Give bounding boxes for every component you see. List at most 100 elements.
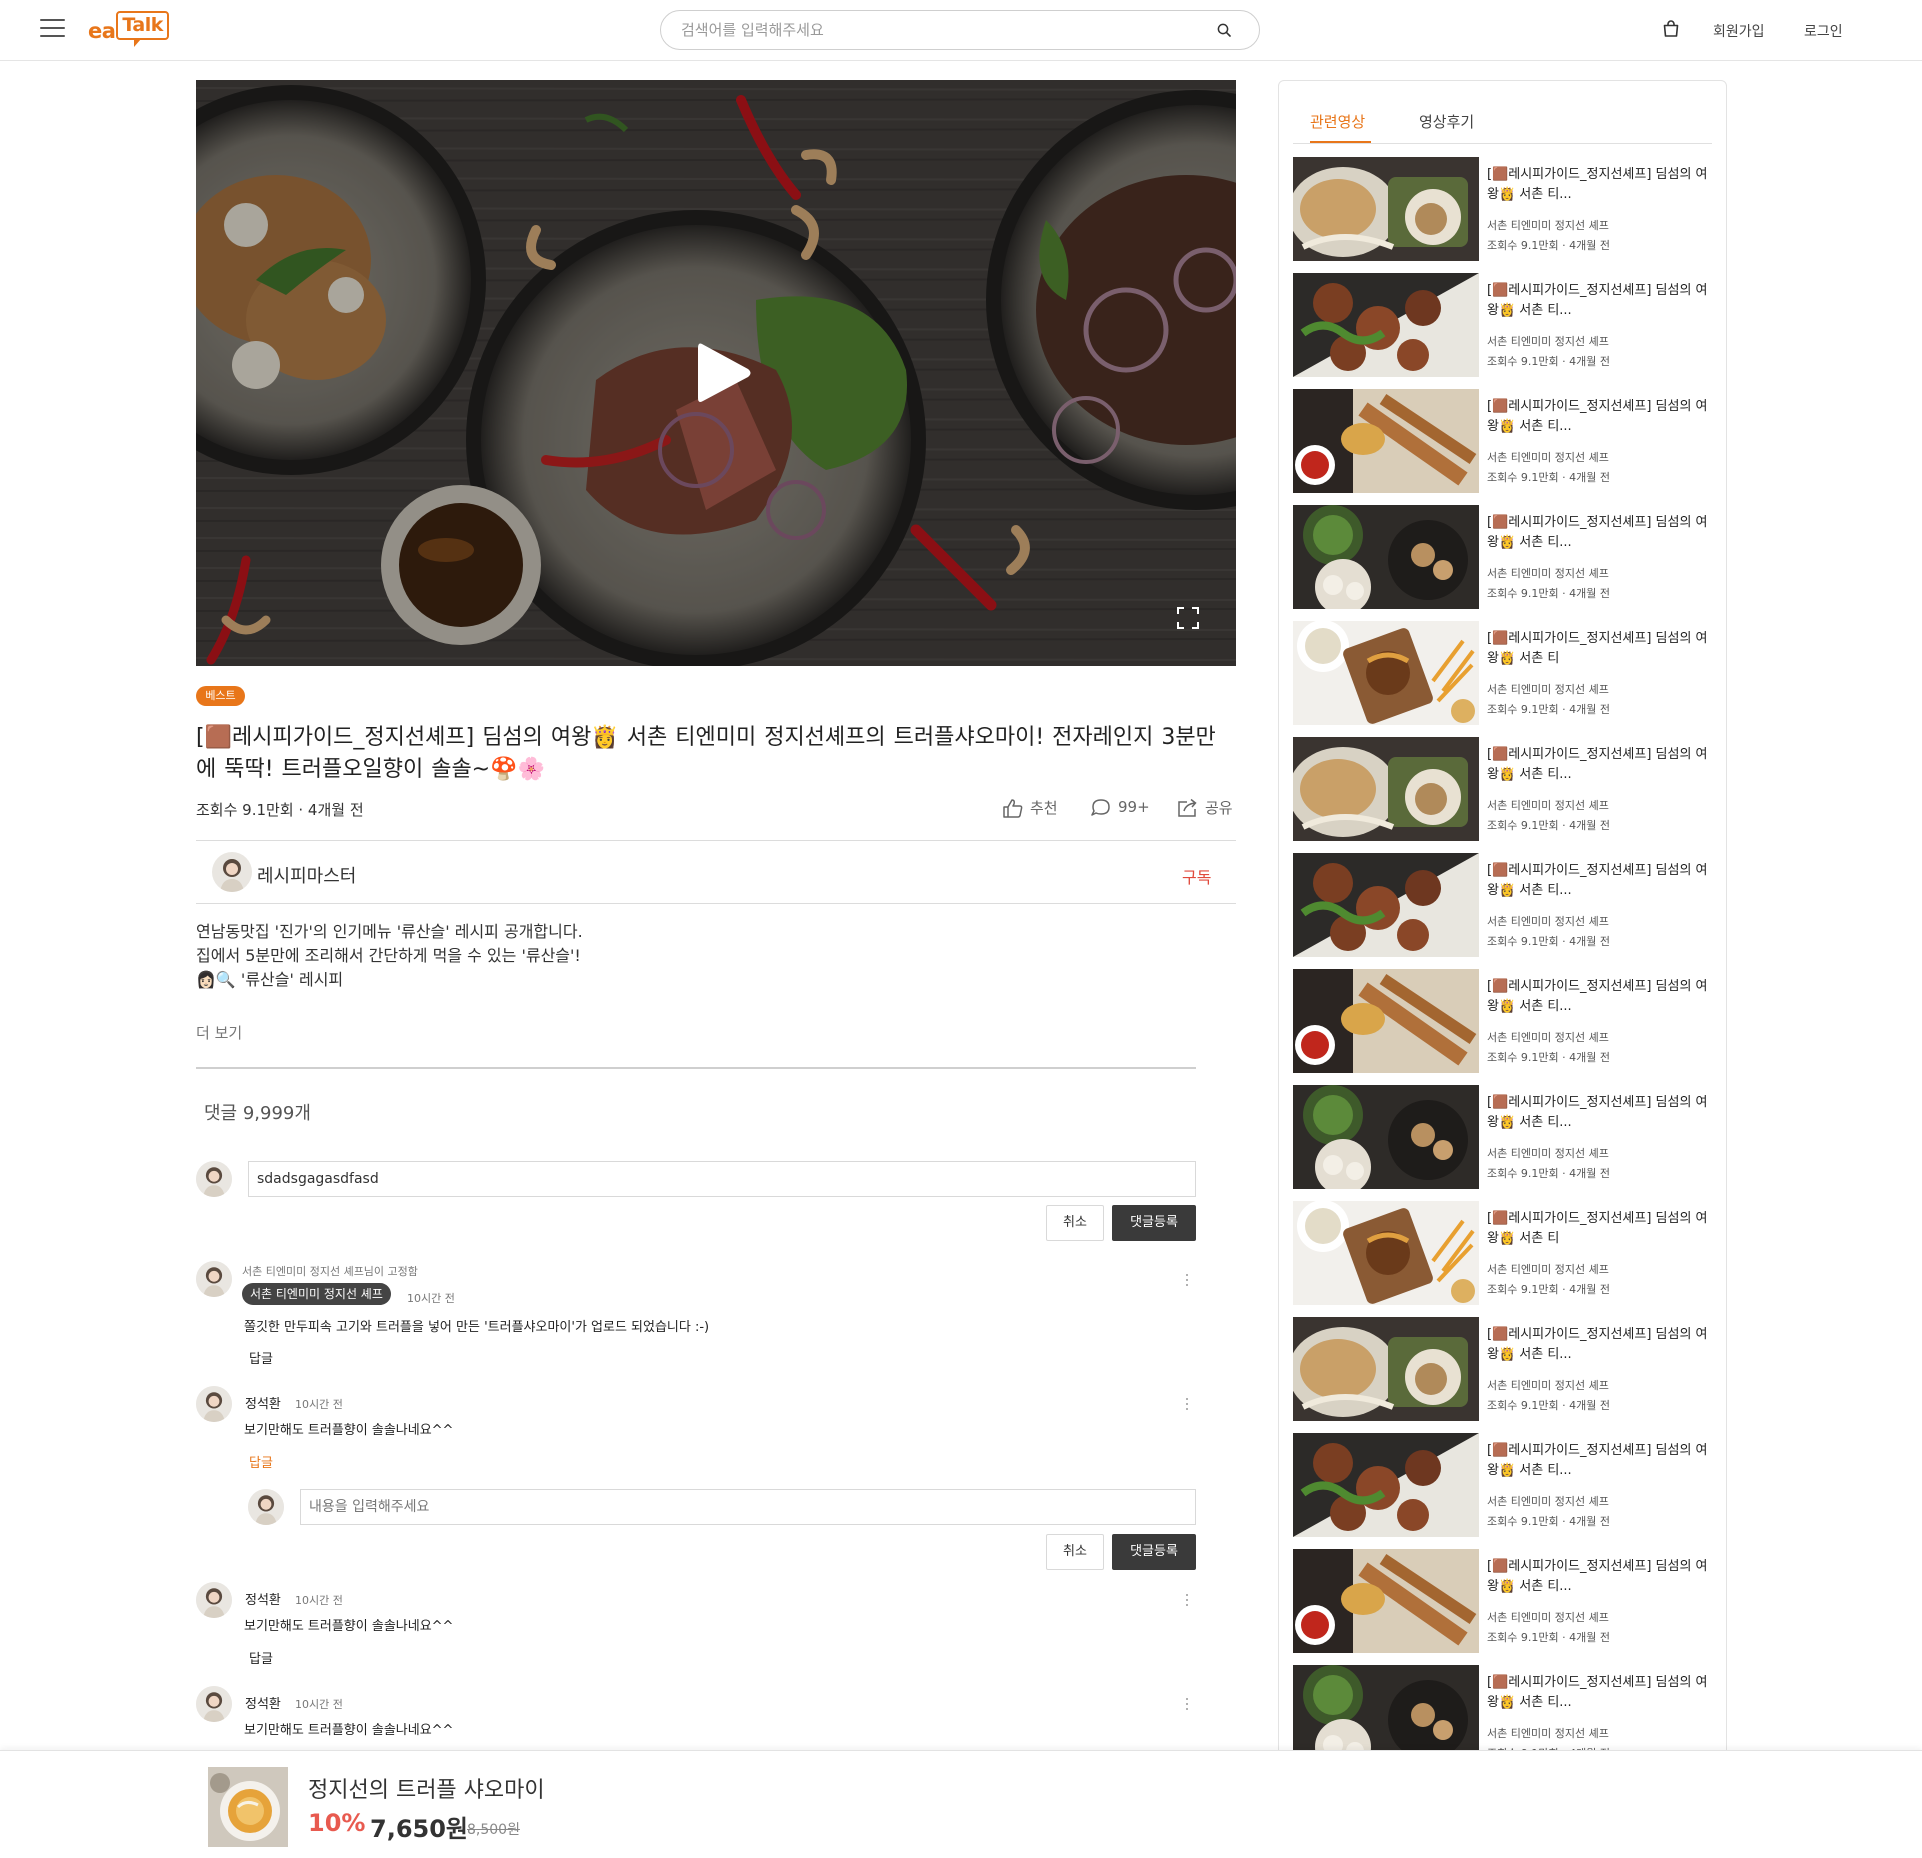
comment-input[interactable]: [248, 1161, 1196, 1197]
related-video-item[interactable]: [🟫레시피가이드_정지선셰프] 딤섬의 여왕👸 서촌 티 서촌 티엔미미 정지선 …: [1293, 1201, 1713, 1305]
video-thumbnail[interactable]: [1293, 737, 1479, 841]
comment-author[interactable]: 정석환: [245, 1589, 281, 1608]
related-video-meta: 조회수 9.1만회 · 4개월 전: [1487, 1167, 1610, 1180]
related-video-title[interactable]: [🟫레시피가이드_정지선셰프] 딤섬의 여왕👸 서촌 티...: [1487, 281, 1713, 321]
search-input[interactable]: [681, 19, 1201, 41]
video-thumbnail[interactable]: [1293, 389, 1479, 493]
related-video-title[interactable]: [🟫레시피가이드_정지선셰프] 딤섬의 여왕👸 서촌 티...: [1487, 977, 1713, 1017]
comment-author-chip[interactable]: 서촌 티엔미미 정지선 셰프: [242, 1283, 391, 1305]
reply-button[interactable]: 답글: [249, 1348, 273, 1367]
related-video-title[interactable]: [🟫레시피가이드_정지선셰프] 딤섬의 여왕👸 서촌 티...: [1487, 397, 1713, 437]
video-thumbnail[interactable]: [1293, 969, 1479, 1073]
related-video-item[interactable]: [🟫레시피가이드_정지선셰프] 딤섬의 여왕👸 서촌 티... 서촌 티엔미미 정…: [1293, 969, 1713, 1073]
divider: [196, 840, 1236, 841]
channel-avatar[interactable]: [212, 852, 252, 892]
related-video-item[interactable]: [🟫레시피가이드_정지선셰프] 딤섬의 여왕👸 서촌 티... 서촌 티엔미미 정…: [1293, 157, 1713, 261]
related-video-channel: 서촌 티엔미미 정지선 셰프: [1487, 451, 1609, 464]
avatar-image: [212, 852, 252, 892]
cancel-button[interactable]: 취소: [1046, 1534, 1104, 1570]
related-video-channel: 서촌 티엔미미 정지선 셰프: [1487, 799, 1609, 812]
tab-related-videos[interactable]: 관련영상: [1310, 111, 1365, 132]
play-icon[interactable]: [694, 340, 754, 406]
top-header: eaTalk 회원가입 로그인: [0, 0, 1922, 61]
video-thumbnail[interactable]: [1293, 157, 1479, 261]
related-video-item[interactable]: [🟫레시피가이드_정지선셰프] 딤섬의 여왕👸 서촌 티... 서촌 티엔미미 정…: [1293, 853, 1713, 957]
login-link[interactable]: 로그인: [1804, 21, 1843, 41]
video-thumbnail[interactable]: [1293, 621, 1479, 725]
reply-input[interactable]: [300, 1489, 1196, 1525]
menu-icon[interactable]: [40, 19, 65, 41]
related-video-channel: 서촌 티엔미미 정지선 셰프: [1487, 567, 1609, 580]
video-player[interactable]: [196, 80, 1236, 666]
related-video-title[interactable]: [🟫레시피가이드_정지선셰프] 딤섬의 여왕👸 서촌 티...: [1487, 513, 1713, 553]
thumbnail-image: [1293, 621, 1479, 725]
avatar: [196, 1261, 232, 1297]
signup-link[interactable]: 회원가입: [1713, 21, 1765, 41]
cancel-button[interactable]: 취소: [1046, 1205, 1104, 1241]
video-thumbnail[interactable]: [1293, 1085, 1479, 1189]
related-video-title[interactable]: [🟫레시피가이드_정지선셰프] 딤섬의 여왕👸 서촌 티...: [1487, 745, 1713, 785]
more-options-icon[interactable]: [1185, 1274, 1189, 1288]
product-name[interactable]: 정지선의 트러플 샤오마이: [308, 1772, 545, 1804]
related-video-item[interactable]: [🟫레시피가이드_정지선셰프] 딤섬의 여왕👸 서촌 티... 서촌 티엔미미 정…: [1293, 389, 1713, 493]
submit-reply-button[interactable]: 댓글등록: [1112, 1534, 1196, 1570]
related-video-meta: 조회수 9.1만회 · 4개월 전: [1487, 1051, 1610, 1064]
pinned-note: 서촌 티엔미미 정지선 셰프님이 고정함: [242, 1265, 418, 1278]
related-video-title[interactable]: [🟫레시피가이드_정지선셰프] 딤섬의 여왕👸 서촌 티: [1487, 629, 1713, 669]
related-video-title[interactable]: [🟫레시피가이드_정지선셰프] 딤섬의 여왕👸 서촌 티...: [1487, 1325, 1713, 1365]
related-video-item[interactable]: [🟫레시피가이드_정지선셰프] 딤섬의 여왕👸 서촌 티... 서촌 티엔미미 정…: [1293, 1549, 1713, 1653]
related-video-title[interactable]: [🟫레시피가이드_정지선셰프] 딤섬의 여왕👸 서촌 티...: [1487, 165, 1713, 205]
product-thumbnail[interactable]: [208, 1767, 288, 1847]
comment-author[interactable]: 정석환: [245, 1693, 281, 1712]
product-bar[interactable]: 정지선의 트러플 샤오마이 10% 7,650원 8,500원: [0, 1750, 1922, 1858]
more-options-icon[interactable]: [1185, 1698, 1189, 1712]
tab-video-reviews[interactable]: 영상후기: [1419, 111, 1474, 132]
eatalk-logo[interactable]: ea Talk: [88, 11, 169, 51]
thumbnail-image: [1293, 273, 1479, 377]
related-video-item[interactable]: [🟫레시피가이드_정지선셰프] 딤섬의 여왕👸 서촌 티... 서촌 티엔미미 정…: [1293, 505, 1713, 609]
related-video-title[interactable]: [🟫레시피가이드_정지선셰프] 딤섬의 여왕👸 서촌 티...: [1487, 1441, 1713, 1481]
shopping-bag-icon[interactable]: [1662, 20, 1680, 38]
more-options-icon[interactable]: [1185, 1398, 1189, 1412]
related-video-title[interactable]: [🟫레시피가이드_정지선셰프] 딤섬의 여왕👸 서촌 티...: [1487, 1673, 1713, 1713]
related-video-item[interactable]: [🟫레시피가이드_정지선셰프] 딤섬의 여왕👸 서촌 티... 서촌 티엔미미 정…: [1293, 1317, 1713, 1421]
thumbnail-image: [1293, 1201, 1479, 1305]
video-thumbnail[interactable]: [1293, 853, 1479, 957]
thumbnail-image: [1293, 853, 1479, 957]
video-thumbnail[interactable]: [1293, 1549, 1479, 1653]
video-thumbnail[interactable]: [1293, 505, 1479, 609]
related-video-item[interactable]: [🟫레시피가이드_정지선셰프] 딤섬의 여왕👸 서촌 티... 서촌 티엔미미 정…: [1293, 273, 1713, 377]
avatar: [248, 1489, 284, 1525]
avatar: [196, 1161, 232, 1197]
related-video-item[interactable]: [🟫레시피가이드_정지선셰프] 딤섬의 여왕👸 서촌 티... 서촌 티엔미미 정…: [1293, 737, 1713, 841]
like-button[interactable]: 추천: [1002, 797, 1058, 818]
video-thumbnail[interactable]: [1293, 1317, 1479, 1421]
reply-button[interactable]: 답글: [249, 1648, 273, 1667]
comment-author[interactable]: 정석환: [245, 1393, 281, 1412]
comment-time: 10시간 전: [407, 1292, 455, 1305]
video-thumbnail[interactable]: [1293, 1201, 1479, 1305]
comment-button[interactable]: 99+: [1090, 797, 1150, 817]
more-options-icon[interactable]: [1185, 1594, 1189, 1608]
search-icon[interactable]: [1217, 23, 1231, 37]
channel-name[interactable]: 레시피마스터: [257, 862, 356, 888]
related-video-title[interactable]: [🟫레시피가이드_정지선셰프] 딤섬의 여왕👸 서촌 티...: [1487, 861, 1713, 901]
video-title: [🟫레시피가이드_정지선셰프] 딤섬의 여왕👸 서촌 티엔미미 정지선셰프의 트…: [196, 725, 1216, 782]
subscribe-button[interactable]: 구독: [1182, 864, 1211, 888]
related-video-title[interactable]: [🟫레시피가이드_정지선셰프] 딤섬의 여왕👸 서촌 티...: [1487, 1557, 1713, 1597]
more-button[interactable]: 더 보기: [196, 1022, 242, 1043]
related-video-title[interactable]: [🟫레시피가이드_정지선셰프] 딤섬의 여왕👸 서촌 티: [1487, 1209, 1713, 1249]
submit-comment-button[interactable]: 댓글등록: [1112, 1205, 1196, 1241]
related-video-item[interactable]: [🟫레시피가이드_정지선셰프] 딤섬의 여왕👸 서촌 티 서촌 티엔미미 정지선 …: [1293, 621, 1713, 725]
related-video-title[interactable]: [🟫레시피가이드_정지선셰프] 딤섬의 여왕👸 서촌 티...: [1487, 1093, 1713, 1133]
share-button[interactable]: 공유: [1177, 797, 1233, 818]
video-thumbnail[interactable]: [1293, 1433, 1479, 1537]
reply-button[interactable]: 답글: [249, 1452, 273, 1471]
product-original-price: 8,500원: [467, 1822, 520, 1838]
related-video-item[interactable]: [🟫레시피가이드_정지선셰프] 딤섬의 여왕👸 서촌 티... 서촌 티엔미미 정…: [1293, 1433, 1713, 1537]
related-video-item[interactable]: [🟫레시피가이드_정지선셰프] 딤섬의 여왕👸 서촌 티... 서촌 티엔미미 정…: [1293, 1085, 1713, 1189]
related-video-channel: 서촌 티엔미미 정지선 셰프: [1487, 335, 1609, 348]
avatar: [196, 1582, 232, 1618]
video-thumbnail[interactable]: [1293, 273, 1479, 377]
fullscreen-icon[interactable]: [1176, 606, 1200, 630]
